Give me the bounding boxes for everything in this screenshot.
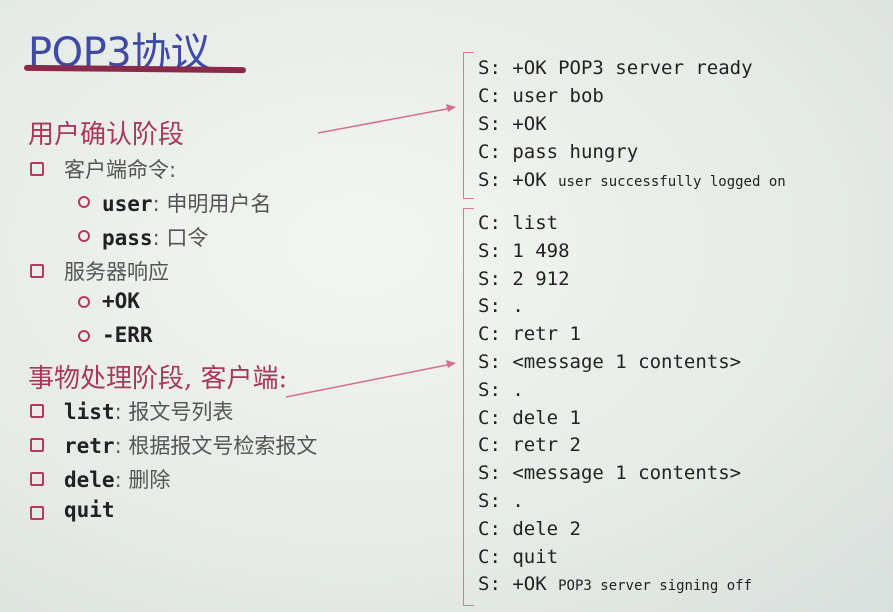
dialog-prefix: S: (478, 378, 501, 401)
auth-dialog-bracket (463, 52, 474, 199)
dialog-text: . (512, 490, 524, 512)
dialog-text: +OK POP3 server ready (512, 57, 753, 79)
dialog-text: retr 1 (512, 323, 581, 346)
dialog-text: list (512, 212, 559, 234)
dialog-line: C: user bob (478, 85, 604, 107)
dialog-prefix: C: (478, 85, 501, 107)
dialog-line: C: dele 1 (478, 407, 581, 429)
dialog-line: S: 1 498 (478, 240, 570, 262)
dialog-text: user bob (512, 85, 604, 107)
dialog-text: +OK (512, 573, 547, 596)
dialog-prefix: C: (478, 517, 501, 540)
dialog-text: 2 912 (512, 267, 570, 290)
dialog-line: S: +OK POP3 server ready (478, 57, 753, 79)
dialog-prefix: S: (478, 295, 501, 318)
dialog-line: C: quit (478, 546, 558, 568)
dialog-line: S: +OK POP3 server signing off (478, 573, 752, 595)
dialog-subtext: POP3 server signing off (558, 578, 752, 595)
dialog-text: pass hungry (512, 141, 639, 163)
dialog-line: S: . (478, 379, 524, 401)
transaction-dialog-bracket (463, 208, 474, 606)
dialog-text: retr 2 (512, 434, 581, 457)
dialog-prefix: S: (478, 490, 501, 512)
dialog-prefix: S: (478, 267, 501, 290)
dialog-text: . (512, 378, 524, 401)
dialog-line: C: retr 1 (478, 323, 581, 345)
connector-arrows (285, 104, 456, 398)
transaction-arrow-head (446, 360, 456, 368)
dialog-prefix: S: (478, 57, 501, 79)
dialog-line: S: . (478, 295, 524, 317)
dialog-prefix: C: (478, 545, 501, 568)
auth-arrow-line (317, 107, 453, 134)
transaction-arrow-line (285, 363, 453, 398)
dialog-line: S: +OK (478, 113, 547, 135)
dialog-line: C: retr 2 (478, 434, 581, 456)
dialog-prefix: S: (478, 462, 501, 485)
dialog-line: C: pass hungry (478, 141, 638, 163)
dialog-text: . (512, 295, 524, 318)
dialog-subtext: user successfully logged on (558, 174, 786, 190)
dialog-prefix: S: (478, 169, 501, 191)
dialog-text: <message 1 contents> (512, 462, 742, 485)
dialog-prefix: S: (478, 239, 501, 262)
dialog-line: C: dele 2 (478, 518, 581, 540)
auth-arrow-head (446, 104, 456, 112)
dialog-text: +OK (512, 113, 547, 135)
dialog-text: quit (512, 545, 559, 568)
dialog-prefix: S: (478, 351, 501, 373)
dialog-line: C: list (478, 212, 558, 234)
dialog-prefix: S: (478, 113, 501, 135)
dialog-text: dele 1 (512, 406, 581, 429)
dialog-text: 1 498 (512, 239, 570, 262)
dialog-prefix: C: (478, 141, 501, 163)
dialog-line: S: <message 1 contents> (478, 462, 741, 484)
dialog-line: S: +OK user successfully logged on (478, 169, 786, 191)
dialog-prefix: S: (478, 573, 501, 596)
dialog-line: S: 2 912 (478, 268, 570, 290)
dialog-prefix: C: (478, 406, 501, 429)
dialog-prefix: C: (478, 212, 501, 234)
dialog-line: S: <message 1 contents> (478, 351, 741, 373)
dialog-text: dele 2 (512, 517, 581, 540)
dialog-line: S: . (478, 490, 524, 512)
dialog-text: +OK (512, 169, 547, 191)
dialog-prefix: C: (478, 434, 501, 457)
dialog-prefix: C: (478, 323, 501, 346)
dialog-text: <message 1 contents> (512, 351, 742, 373)
